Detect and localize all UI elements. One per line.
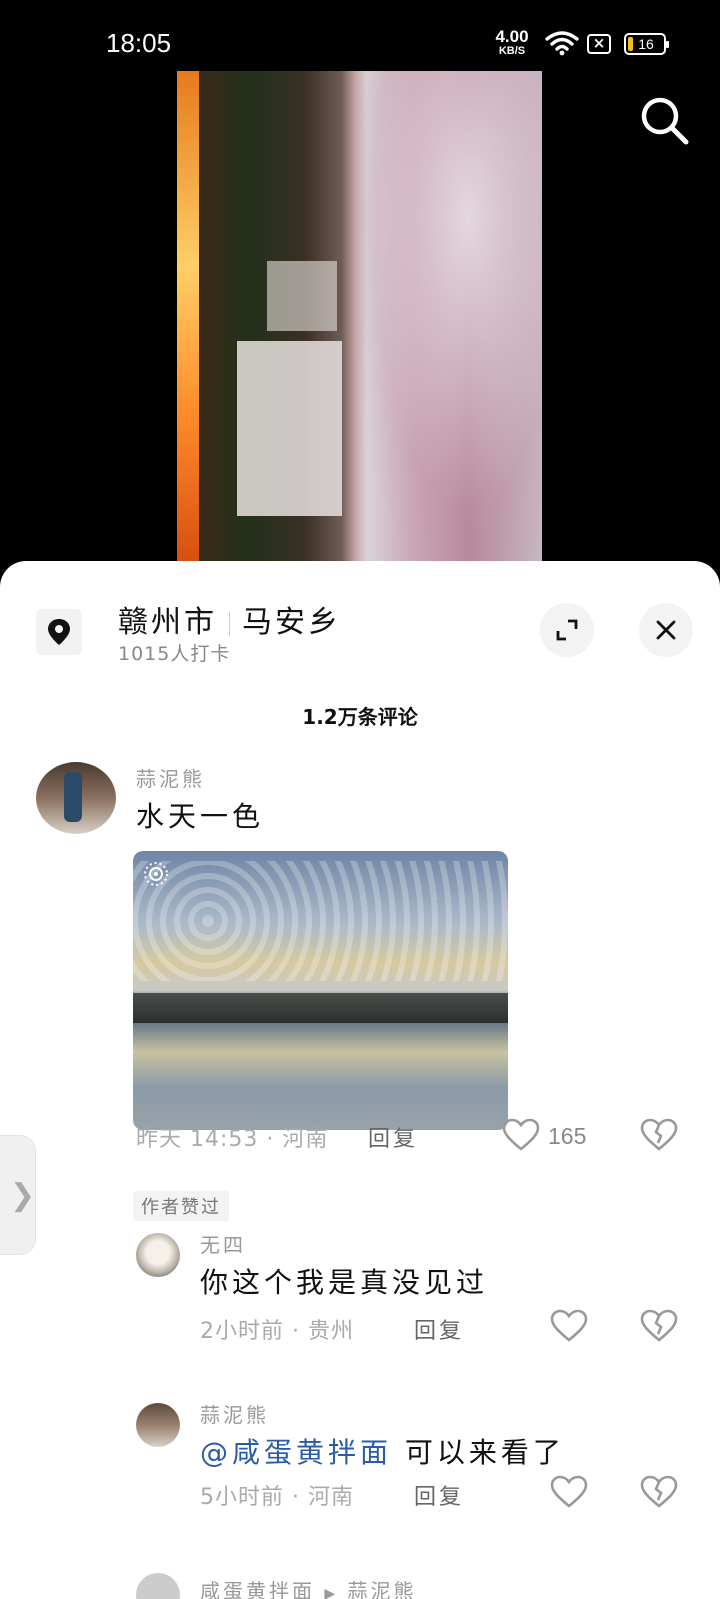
comment-meta: 2小时前 · 贵州 <box>200 1319 354 1344</box>
reply-to-username[interactable]: 蒜泥熊 <box>348 1579 417 1599</box>
close-icon <box>656 620 676 640</box>
chevron-right-icon: ❯ <box>10 1178 36 1213</box>
avatar[interactable] <box>136 1403 180 1447</box>
comment-meta: 昨天 14:53 · 河南 <box>136 1127 329 1152</box>
status-time: 18:05 <box>106 28 172 58</box>
reply-button[interactable]: 回复 <box>368 1121 418 1153</box>
like-icon[interactable] <box>550 1475 588 1509</box>
reply-button[interactable]: 回复 <box>414 1479 464 1511</box>
network-speed-value: 4.00 <box>495 27 529 46</box>
close-button[interactable] <box>639 603 693 657</box>
avatar[interactable] <box>136 1233 180 1277</box>
expand-icon <box>556 619 578 641</box>
reply-button[interactable]: 回复 <box>414 1313 464 1345</box>
side-panel-handle[interactable]: ❯ <box>0 1135 36 1255</box>
location-separator <box>229 611 230 636</box>
comment-sheet: 赣州市 马安乡 1015人打卡 1.2万条评论 蒜泥熊 水天一色 昨天 14:53… <box>0 561 720 1599</box>
video-building <box>267 261 337 331</box>
comment-username[interactable]: 无四 <box>200 1229 246 1258</box>
wifi-icon <box>545 31 579 56</box>
comment-meta: 5小时前 · 河南 <box>200 1485 354 1510</box>
location-pin-icon <box>36 609 82 655</box>
network-speed-unit: KB/S <box>498 45 526 57</box>
battery-level: 16 <box>638 36 654 52</box>
battery-icon: 16 <box>624 33 669 55</box>
comment-text-body: 可以来看了 <box>392 1436 565 1469</box>
comment-username[interactable]: 蒜泥熊 <box>200 1399 269 1428</box>
location-town: 马安乡 <box>242 605 341 640</box>
video-player[interactable] <box>177 71 542 561</box>
author-liked-badge: 作者赞过 <box>133 1191 229 1221</box>
dislike-icon[interactable] <box>640 1118 678 1152</box>
live-photo-icon <box>144 862 168 886</box>
checkin-count: 1015人打卡 <box>118 643 231 665</box>
video-sky <box>357 71 542 561</box>
reply-arrow-icon: ▶ <box>324 1586 339 1599</box>
avatar[interactable] <box>136 1573 180 1599</box>
battery-tip <box>666 41 669 48</box>
location-title[interactable]: 赣州市 马安乡 <box>118 597 341 641</box>
video-sunset-glow <box>177 71 199 561</box>
dislike-icon[interactable] <box>640 1475 678 1509</box>
comment-username[interactable]: 蒜泥熊 <box>136 763 205 792</box>
reply-thread-header: 咸蛋黄拌面 ▶ 蒜泥熊 <box>200 1575 417 1599</box>
search-icon[interactable] <box>640 96 690 146</box>
comment-text: @咸蛋黄拌面 可以来看了 <box>200 1431 565 1471</box>
comment-image[interactable] <box>133 851 508 1130</box>
network-speed: 4.00 KB/S <box>490 28 534 57</box>
dislike-icon[interactable] <box>640 1309 678 1343</box>
comment-count-title: 1.2万条评论 <box>302 705 418 729</box>
image-clouds <box>133 861 508 981</box>
image-shoreline <box>133 993 508 1023</box>
video-building <box>237 341 342 516</box>
no-sim-icon: × <box>587 34 611 54</box>
status-bar: 18:05 4.00 KB/S × 16 <box>0 0 720 72</box>
like-icon[interactable] <box>502 1118 540 1152</box>
comment-text: 水天一色 <box>136 800 265 833</box>
like-icon[interactable] <box>550 1309 588 1343</box>
mention-link[interactable]: @咸蛋黄拌面 <box>200 1436 392 1469</box>
location-city: 赣州市 <box>118 605 217 640</box>
comment-text: 你这个我是真没见过 <box>200 1266 489 1299</box>
comment-username[interactable]: 咸蛋黄拌面 <box>200 1579 315 1599</box>
expand-button[interactable] <box>540 603 594 657</box>
avatar[interactable] <box>36 762 116 834</box>
like-count: 165 <box>548 1123 587 1149</box>
